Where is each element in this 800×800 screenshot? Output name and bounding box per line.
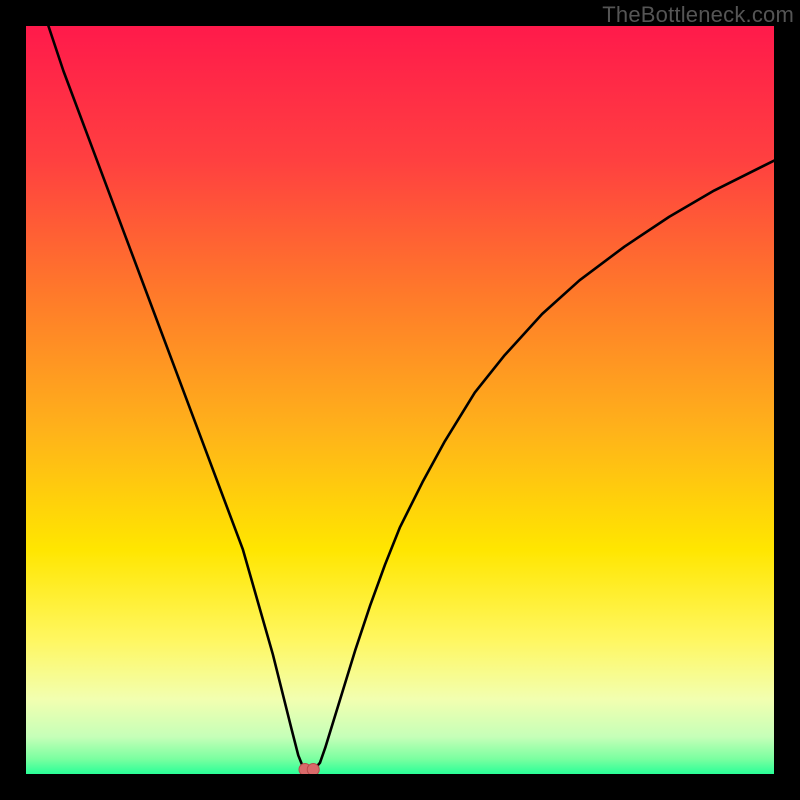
chart-frame	[26, 26, 774, 774]
marker-dot	[307, 764, 319, 774]
marker-dots	[299, 764, 319, 774]
watermark-text: TheBottleneck.com	[602, 2, 794, 28]
gradient-background	[26, 26, 774, 774]
bottleneck-chart	[26, 26, 774, 774]
